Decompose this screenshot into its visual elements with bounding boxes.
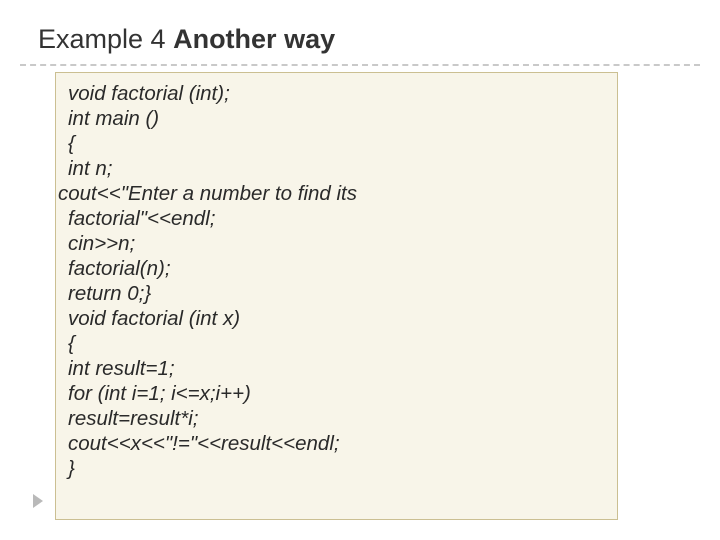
code-line: return 0;} <box>68 281 607 306</box>
code-box: void factorial (int); int main () { int … <box>55 72 618 520</box>
title-text-bold: Another way <box>173 24 335 54</box>
code-line: result=result*i; <box>68 406 607 431</box>
slide: Example 4 Another way void factorial (in… <box>0 0 720 540</box>
code-line: factorial(n); <box>68 256 607 281</box>
code-line: int result=1; <box>68 356 607 381</box>
code-line: } <box>68 456 607 481</box>
slide-title: Example 4 Another way <box>38 24 335 55</box>
title-divider <box>20 64 700 66</box>
code-line: void factorial (int); <box>68 81 607 106</box>
code-line: cout<<x<<"!="<<result<<endl; <box>68 431 607 456</box>
code-line: { <box>68 331 607 356</box>
code-line: { <box>68 131 607 156</box>
code-line: int n; <box>68 156 607 181</box>
code-line: cin>>n; <box>68 231 607 256</box>
code-line: factorial"<<endl; <box>68 206 607 231</box>
bullet-arrow-icon <box>33 494 43 508</box>
code-line: for (int i=1; i<=x;i++) <box>68 381 607 406</box>
code-line: void factorial (int x) <box>68 306 607 331</box>
code-line: int main () <box>68 106 607 131</box>
title-text-plain: Example 4 <box>38 24 173 54</box>
code-line: cout<<"Enter a number to find its <box>58 181 607 206</box>
